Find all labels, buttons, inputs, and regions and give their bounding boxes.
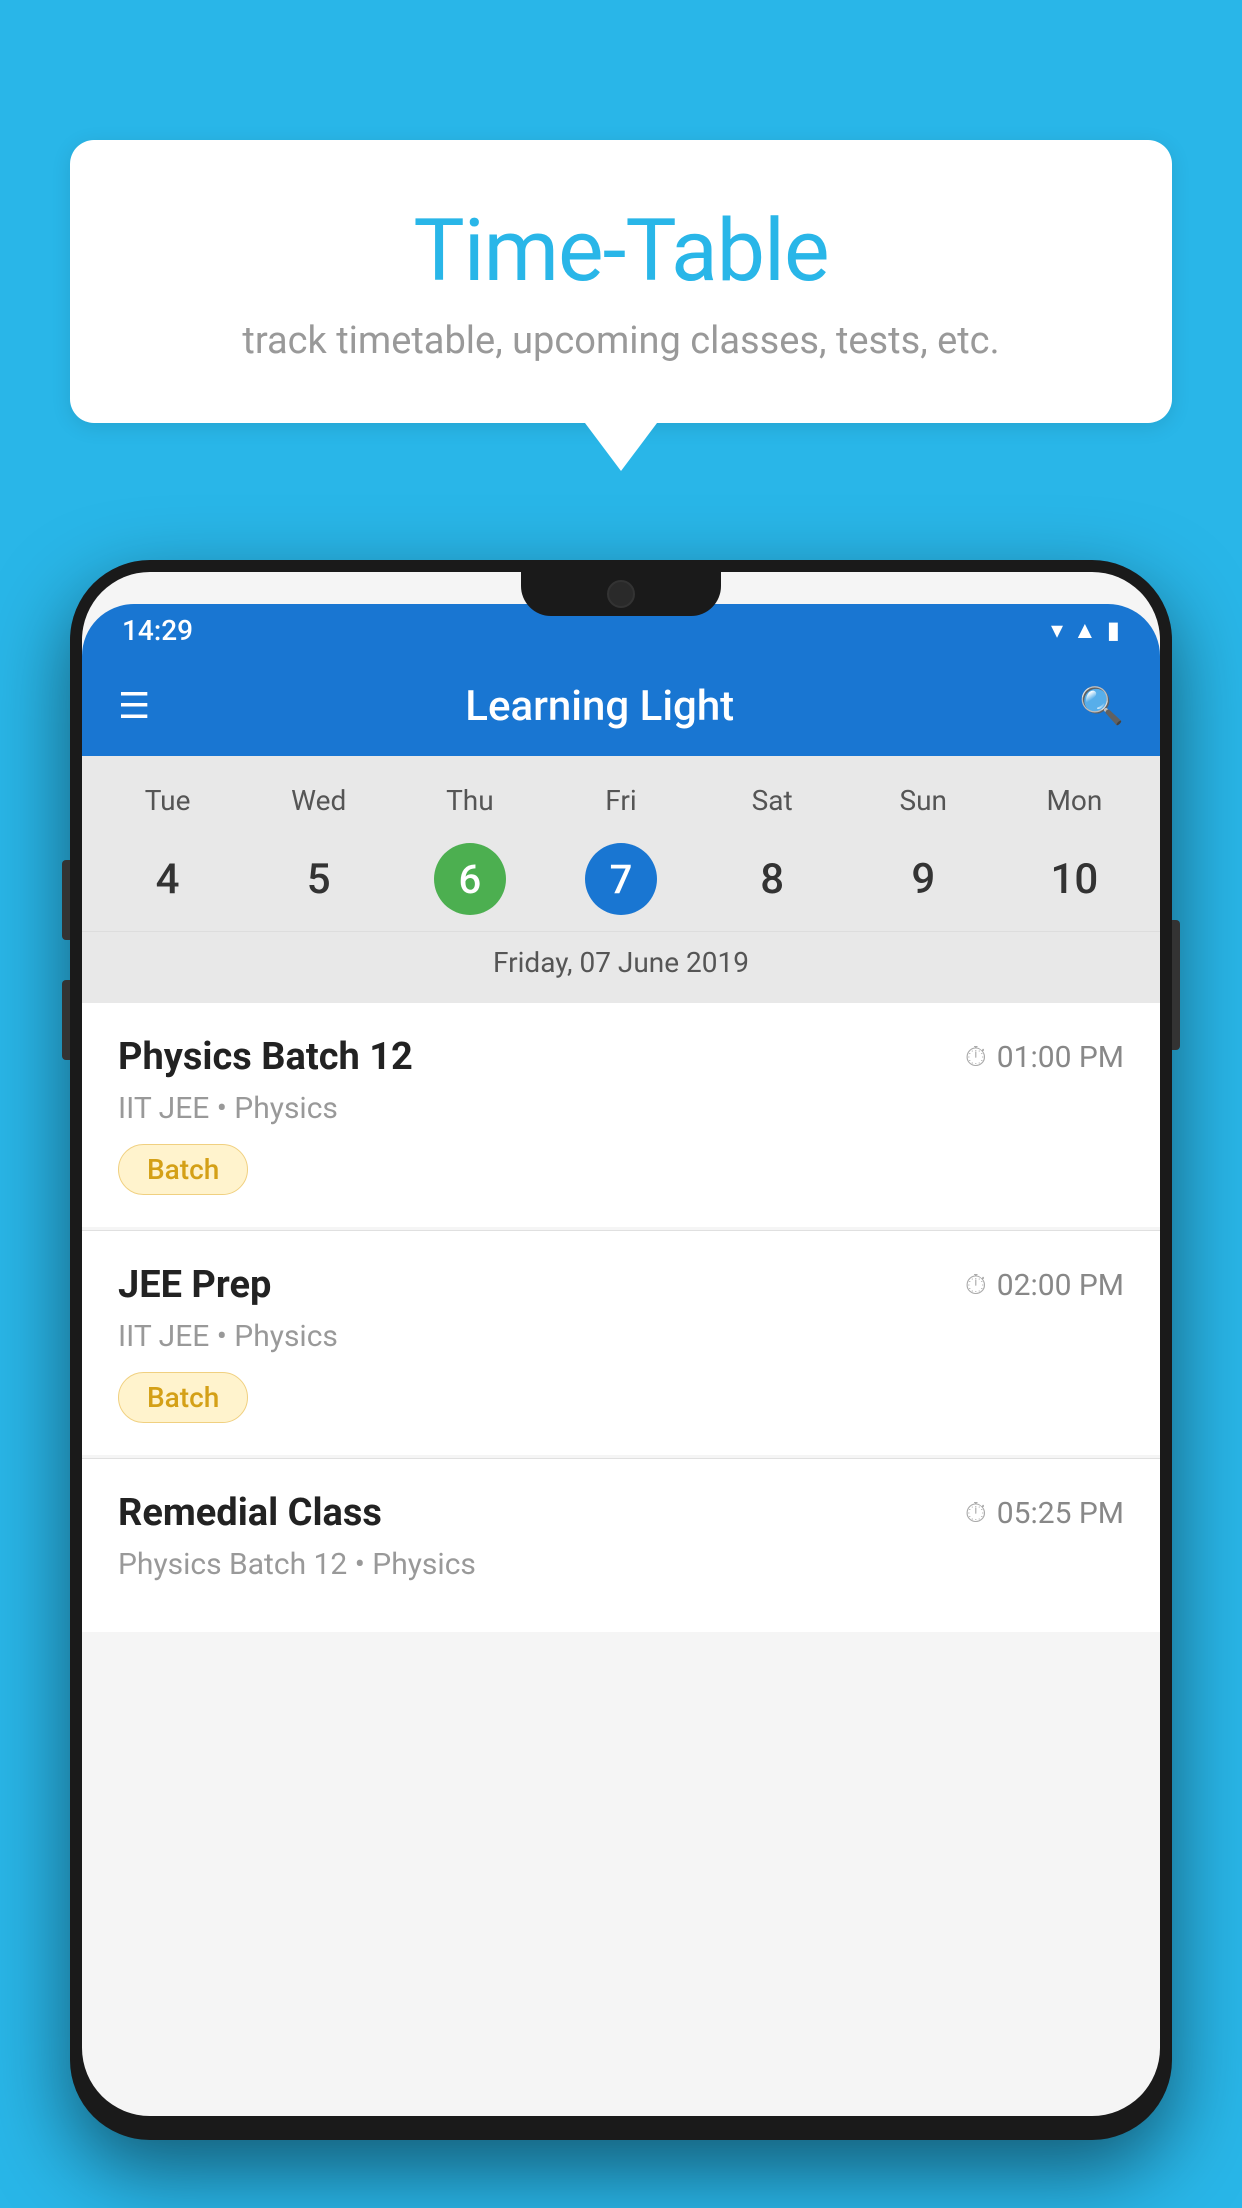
- schedule-item-3-title: Remedial Class: [118, 1491, 382, 1535]
- search-icon[interactable]: 🔍: [1079, 685, 1124, 727]
- schedule-item-2[interactable]: JEE Prep ⏱ 02:00 PM IIT JEE • Physics Ba…: [82, 1231, 1160, 1455]
- speech-bubble-subtitle: track timetable, upcoming classes, tests…: [150, 319, 1092, 363]
- day-name-thu: Thu: [394, 776, 545, 825]
- app-bar: ☰ Learning Light 🔍: [82, 656, 1160, 756]
- calendar-day-6[interactable]: 6: [394, 831, 545, 927]
- phone-notch: [521, 572, 721, 616]
- day-name-wed: Wed: [243, 776, 394, 825]
- selected-date-label: Friday, 07 June 2019: [82, 931, 1160, 993]
- clock-icon-1: ⏱: [965, 1040, 987, 1074]
- app-bar-title: Learning Light: [180, 682, 1019, 731]
- status-time: 14:29: [122, 614, 193, 647]
- day-names-row: Tue Wed Thu Fri Sat Sun Mon: [82, 776, 1160, 825]
- status-icons: ▾ ▲ ▮: [1051, 616, 1120, 645]
- schedule-item-2-header: JEE Prep ⏱ 02:00 PM: [118, 1263, 1124, 1307]
- calendar-day-7[interactable]: 7: [545, 831, 696, 927]
- schedule-item-2-title: JEE Prep: [118, 1263, 271, 1307]
- schedule-item-2-time: ⏱ 02:00 PM: [965, 1268, 1124, 1303]
- speech-bubble-title: Time-Table: [150, 200, 1092, 301]
- volume-down-button[interactable]: [62, 980, 70, 1060]
- schedule-item-3-header: Remedial Class ⏱ 05:25 PM: [118, 1491, 1124, 1535]
- day-name-tue: Tue: [92, 776, 243, 825]
- power-button[interactable]: [1172, 920, 1180, 1050]
- schedule-item-1-subtitle: IIT JEE • Physics: [118, 1091, 1124, 1126]
- calendar-day-9[interactable]: 9: [848, 831, 999, 927]
- schedule-item-3-subtitle: Physics Batch 12 • Physics: [118, 1547, 1124, 1582]
- batch-badge-2: Batch: [118, 1372, 248, 1423]
- calendar-day-8[interactable]: 8: [697, 831, 848, 927]
- hamburger-icon[interactable]: ☰: [118, 685, 150, 727]
- wifi-icon: ▾: [1051, 616, 1063, 644]
- speech-bubble-wrapper: Time-Table track timetable, upcoming cla…: [70, 140, 1172, 471]
- phone-wrapper: 14:29 ▾ ▲ ▮ ☰ Learning Light 🔍 Tue Wed T…: [70, 560, 1172, 2208]
- phone-screen: 14:29 ▾ ▲ ▮ ☰ Learning Light 🔍 Tue Wed T…: [82, 572, 1160, 2116]
- schedule-item-3-time: ⏱ 05:25 PM: [965, 1496, 1124, 1531]
- signal-icon: ▲: [1073, 616, 1097, 645]
- schedule-item-2-subtitle: IIT JEE • Physics: [118, 1319, 1124, 1354]
- speech-bubble-tail: [585, 423, 657, 471]
- day-numbers-row: 4 5 6 7 8 9 10: [82, 831, 1160, 927]
- day-name-fri: Fri: [545, 776, 696, 825]
- schedule-item-1-title: Physics Batch 12: [118, 1035, 413, 1079]
- calendar-day-10[interactable]: 10: [999, 831, 1150, 927]
- calendar-day-5[interactable]: 5: [243, 831, 394, 927]
- day-name-sun: Sun: [848, 776, 999, 825]
- schedule-item-3[interactable]: Remedial Class ⏱ 05:25 PM Physics Batch …: [82, 1459, 1160, 1632]
- today-circle: 6: [434, 843, 506, 915]
- speech-bubble: Time-Table track timetable, upcoming cla…: [70, 140, 1172, 423]
- schedule-item-1[interactable]: Physics Batch 12 ⏱ 01:00 PM IIT JEE • Ph…: [82, 1003, 1160, 1227]
- calendar-day-4[interactable]: 4: [92, 831, 243, 927]
- schedule-content: Physics Batch 12 ⏱ 01:00 PM IIT JEE • Ph…: [82, 1003, 1160, 1635]
- schedule-item-1-header: Physics Batch 12 ⏱ 01:00 PM: [118, 1035, 1124, 1079]
- phone-frame: 14:29 ▾ ▲ ▮ ☰ Learning Light 🔍 Tue Wed T…: [70, 560, 1172, 2140]
- clock-icon-2: ⏱: [965, 1268, 987, 1302]
- volume-up-button[interactable]: [62, 860, 70, 940]
- batch-badge-1: Batch: [118, 1144, 248, 1195]
- selected-circle: 7: [585, 843, 657, 915]
- clock-icon-3: ⏱: [965, 1496, 987, 1530]
- battery-icon: ▮: [1107, 616, 1120, 644]
- front-camera: [607, 580, 635, 608]
- schedule-item-1-time: ⏱ 01:00 PM: [965, 1040, 1124, 1075]
- day-name-mon: Mon: [999, 776, 1150, 825]
- calendar-header: Tue Wed Thu Fri Sat Sun Mon 4 5 6 7: [82, 756, 1160, 1003]
- day-name-sat: Sat: [697, 776, 848, 825]
